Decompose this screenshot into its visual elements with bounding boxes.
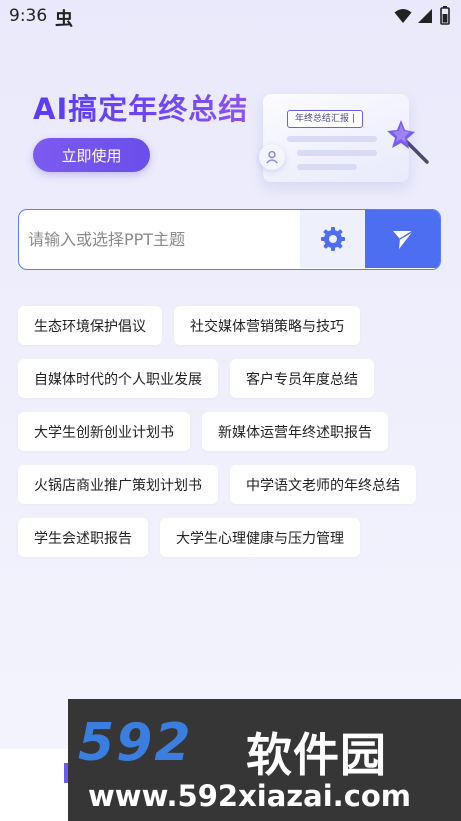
topic-row: 大学生创新创业计划书 新媒体运营年终述职报告 (18, 412, 443, 451)
ppt-topic-search-box (18, 209, 441, 270)
banner-title: AI搞定年终总结 (33, 86, 248, 128)
ppt-topic-input[interactable] (19, 210, 308, 268)
topic-chip[interactable]: 大学生心理健康与压力管理 (160, 518, 360, 557)
wifi-icon (394, 9, 412, 23)
topic-chip[interactable]: 火锅店商业推广策划计划书 (18, 465, 218, 504)
site-watermark: 592 软件园 www.592xiazai.com (68, 699, 461, 821)
document-tag: 年终总结汇报 | (287, 110, 363, 128)
topic-chip[interactable]: 自媒体时代的个人职业发展 (18, 359, 218, 398)
watermark-site-name: 软件园 (246, 728, 387, 782)
bottom-navigation-bar (0, 749, 68, 821)
document-line (297, 150, 377, 156)
topic-chip[interactable]: 学生会述职报告 (18, 518, 148, 557)
topic-chip[interactable]: 客户专员年度总结 (230, 359, 374, 398)
settings-button[interactable] (300, 210, 365, 268)
document-line (287, 136, 377, 142)
topic-chip[interactable]: 大学生创新创业计划书 (18, 412, 190, 451)
status-bar: 9:36 虫 (0, 0, 461, 34)
gear-icon (320, 227, 345, 251)
document-line (297, 164, 357, 170)
topic-row: 火锅店商业推广策划计划书 中学语文老师的年终总结 (18, 465, 443, 504)
topic-chip[interactable]: 新媒体运营年终述职报告 (202, 412, 388, 451)
user-avatar-icon (259, 144, 285, 170)
watermark-logo: 592 (78, 713, 193, 773)
topic-chip[interactable]: 生态环境保护倡议 (18, 306, 162, 345)
topic-row: 自媒体时代的个人职业发展 客户专员年度总结 (18, 359, 443, 398)
topic-suggestions: 生态环境保护倡议 社交媒体营销策略与技巧 自媒体时代的个人职业发展 客户专员年度… (18, 306, 443, 571)
magic-wand-icon (387, 120, 429, 164)
app-notification-icon: 虫 (55, 9, 73, 30)
topic-row: 学生会述职报告 大学生心理健康与压力管理 (18, 518, 443, 557)
topic-row: 生态环境保护倡议 社交媒体营销策略与技巧 (18, 306, 443, 345)
use-now-button[interactable]: 立即使用 (33, 138, 150, 172)
status-time: 9:36 (9, 6, 48, 26)
topic-chip[interactable]: 社交媒体营销策略与技巧 (174, 306, 360, 345)
send-button[interactable] (365, 210, 440, 268)
watermark-url: www.592xiazai.com (88, 779, 412, 813)
signal-icon (418, 9, 432, 23)
banner-illustration: 年终总结汇报 | (255, 84, 435, 194)
send-icon (393, 230, 414, 249)
battery-icon (440, 6, 450, 25)
topic-chip[interactable]: 中学语文老师的年终总结 (230, 465, 416, 504)
